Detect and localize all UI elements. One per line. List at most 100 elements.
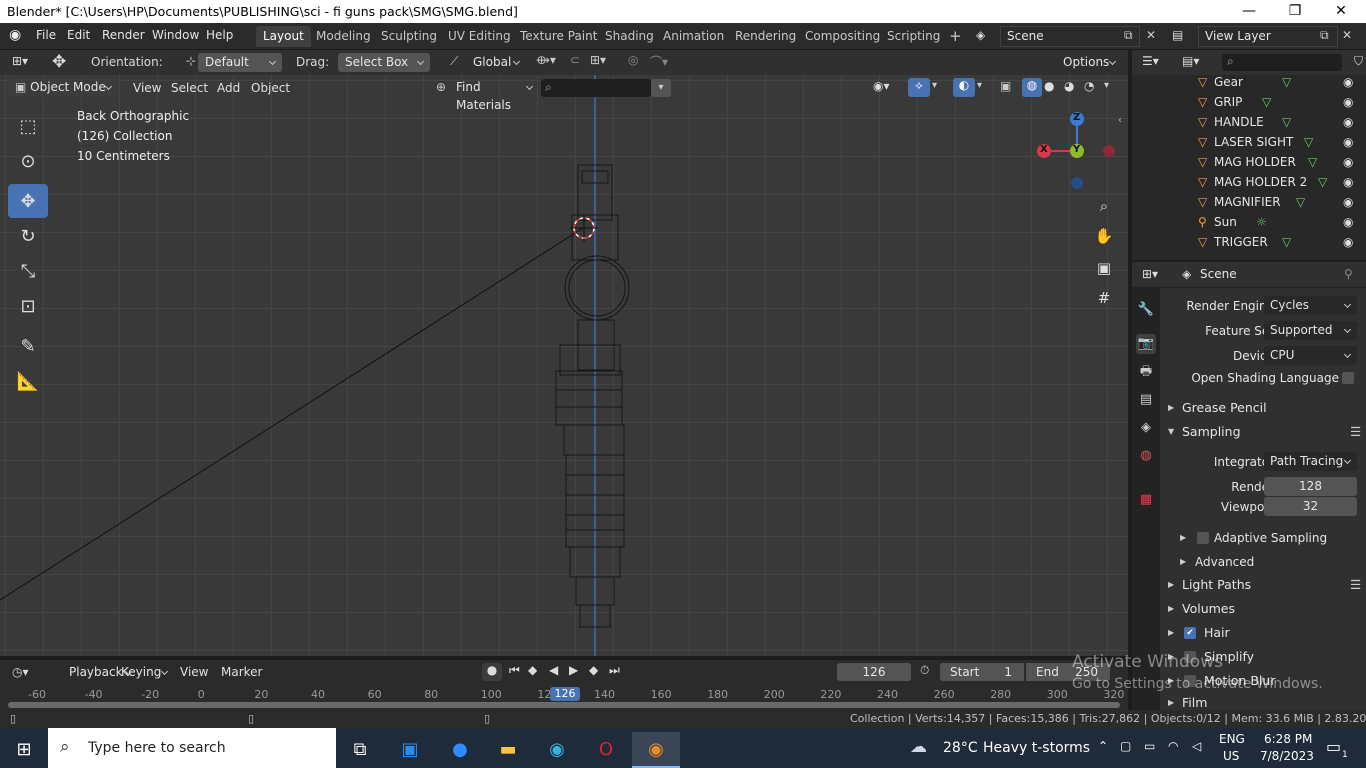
editor-type-icon[interactable]: ⊞▾ [12, 54, 28, 68]
light-paths-section[interactable]: ▶ Light Paths ☰ [1160, 574, 1366, 596]
outliner-search-input[interactable]: ⌕ [1222, 54, 1342, 71]
hair-checkbox[interactable]: ✔ [1184, 627, 1196, 639]
weather-icon[interactable]: ☁ [910, 737, 927, 757]
timeline-menu-view[interactable]: View [174, 663, 214, 682]
ortho-grid-icon[interactable]: # [1091, 285, 1117, 311]
sampling-section[interactable]: ▼ Sampling ☰ [1160, 421, 1366, 443]
tab-rendering[interactable]: Rendering [728, 26, 803, 47]
filter-icon[interactable]: ⛉ [1354, 54, 1363, 69]
presets-icon[interactable]: ☰ [1350, 574, 1361, 596]
viewport-menu-add[interactable]: Add [211, 79, 246, 98]
visibility-icon[interactable]: ◉▾ [873, 79, 890, 93]
language-line2[interactable]: US [1223, 749, 1239, 763]
snap-icon[interactable]: ⊂ [570, 53, 580, 67]
adaptive-sampling-subpanel[interactable]: ▶ Adaptive Sampling [1160, 528, 1366, 548]
chevron-up-icon[interactable]: ⌃ [1098, 739, 1108, 753]
solid-shading-icon[interactable]: ● [1044, 79, 1054, 93]
output-tab-icon[interactable]: 🖶 [1136, 362, 1156, 382]
options-dropdown[interactable]: Options [1056, 53, 1122, 72]
blender-logo-icon[interactable]: ◉ [9, 27, 21, 43]
tab-shading[interactable]: Shading [598, 26, 661, 47]
scene-field[interactable]: Scene [1000, 26, 1140, 47]
viewport-menu-view[interactable]: View [127, 79, 167, 98]
play-reverse-icon[interactable]: ◀ [549, 663, 558, 677]
tab-sculpting[interactable]: Sculpting [374, 26, 444, 47]
view-layer-tab-icon[interactable]: ▤ [1136, 390, 1156, 410]
tab-scripting[interactable]: Scripting [880, 26, 947, 47]
transform-orientation-dropdown[interactable]: Global [466, 53, 526, 72]
pan-hand-icon[interactable]: ✋ [1091, 223, 1117, 249]
new-scene-icon[interactable]: ⧉ [1124, 28, 1133, 43]
tab-modeling[interactable]: Modeling [309, 26, 378, 47]
minimize-button[interactable]: — [1226, 1, 1272, 23]
measure-icon[interactable]: 📐 [8, 364, 48, 398]
scale-icon[interactable]: ⤡ [8, 254, 48, 288]
transform-icon[interactable]: ⊡ [8, 289, 48, 323]
zoom-icon[interactable]: ⌕ [1091, 193, 1117, 219]
3d-viewport[interactable]: Z X Y ▣ Object Mode View Select Add Obje… [0, 75, 1128, 656]
tray-app-icon[interactable]: ▢ [1120, 739, 1131, 753]
chevron-down-icon[interactable]: ▾ [651, 79, 671, 97]
record-icon[interactable]: ● [482, 663, 502, 681]
gizmo-dropdown-icon[interactable]: ▾ [932, 80, 937, 91]
eye-icon[interactable]: ◉ [1343, 92, 1353, 112]
texture-tab-icon[interactable]: ▦ [1136, 490, 1156, 510]
outliner-item[interactable]: ▽ HANDLE ▽ ◉ [1132, 112, 1366, 132]
add-workspace-button[interactable]: + [942, 26, 969, 47]
clock-icon[interactable]: ⏱ [920, 663, 929, 678]
next-keyframe-icon[interactable]: ◆ [589, 663, 598, 677]
outliner-item[interactable]: ▽ MAGNIFIER ▽ ◉ [1132, 192, 1366, 212]
eye-icon[interactable]: ◉ [1343, 112, 1353, 132]
zoom-app-icon[interactable]: ● [436, 732, 484, 768]
move-icon[interactable]: ✥ [8, 184, 48, 218]
viewport-samples-field[interactable]: 32 [1264, 497, 1357, 516]
viewport-menu-object[interactable]: Object [245, 79, 296, 98]
close-button[interactable]: ✕ [1318, 1, 1364, 23]
file-explorer-icon[interactable]: ▬ [484, 732, 532, 768]
menu-edit[interactable]: Edit [67, 28, 90, 42]
scene-icon[interactable]: ◈ [976, 28, 985, 42]
eye-icon[interactable]: ◉ [1343, 172, 1353, 192]
viewport-menu-select[interactable]: Select [165, 79, 214, 98]
blender-taskbar-icon[interactable]: ◉ [632, 732, 680, 768]
volumes-section[interactable]: ▶ Volumes [1160, 598, 1366, 620]
find-materials-dropdown[interactable]: Find Materials [449, 78, 539, 112]
render-tab-icon[interactable]: 📷 [1136, 334, 1156, 354]
tab-animation[interactable]: Animation [656, 26, 731, 47]
viewlayer-field[interactable]: View Layer [1198, 26, 1338, 47]
hair-section[interactable]: ▶ ✔ Hair [1160, 622, 1366, 644]
windows-start-icon[interactable]: ⊞ [0, 732, 48, 768]
eye-icon[interactable]: ◉ [1343, 212, 1353, 232]
volume-icon[interactable]: ◁ [1192, 739, 1201, 753]
new-viewlayer-icon[interactable]: ⧉ [1320, 28, 1329, 43]
eye-icon[interactable]: ◉ [1343, 132, 1353, 152]
xray-icon[interactable]: ▣ [1000, 79, 1011, 93]
adaptive-sampling-checkbox[interactable] [1197, 532, 1209, 544]
notifications-icon[interactable]: ▭ [1326, 737, 1341, 756]
device-dropdown[interactable]: CPU [1264, 346, 1357, 365]
start-frame-field[interactable]: Start 1 [940, 663, 1024, 681]
jump-end-icon[interactable]: ⏭ [609, 663, 620, 678]
orientation-dropdown[interactable]: Default [198, 53, 282, 72]
display-mode-icon[interactable]: ▤▾ [1182, 54, 1199, 68]
world-tab-icon[interactable]: ◍ [1136, 446, 1156, 466]
tab-layout[interactable]: Layout [256, 26, 311, 47]
tab-uv-editing[interactable]: UV Editing [441, 26, 518, 47]
cursor-tool-icon[interactable]: ⊙ [8, 144, 48, 178]
drag-dropdown[interactable]: Select Box [338, 53, 430, 72]
store-icon[interactable]: ▣ [386, 732, 434, 768]
language-line1[interactable]: ENG [1219, 732, 1245, 746]
render-samples-field[interactable]: 128 [1264, 477, 1357, 496]
wireframe-shading-icon[interactable]: ◍ [1022, 78, 1042, 97]
outliner-item[interactable]: ▽ LASER SIGHT ▽ ◉ [1132, 132, 1366, 152]
select-box-icon[interactable]: ⬚ [8, 109, 48, 143]
edge-icon[interactable]: ◉ [533, 732, 581, 768]
current-frame-field[interactable]: 126 [837, 663, 911, 681]
rotate-icon[interactable]: ↻ [8, 219, 48, 253]
outliner-item[interactable]: ▽ TRIGGER ▽ ◉ [1132, 232, 1366, 252]
snap-target-icon[interactable]: ⊞▾ [590, 53, 606, 67]
battery-icon[interactable]: ▭ [1144, 739, 1155, 753]
falloff-icon[interactable]: ⌒▾ [650, 53, 668, 70]
overlays-dropdown-icon[interactable]: ▾ [977, 80, 982, 91]
rendered-shading-icon[interactable]: ◔ [1084, 79, 1094, 93]
